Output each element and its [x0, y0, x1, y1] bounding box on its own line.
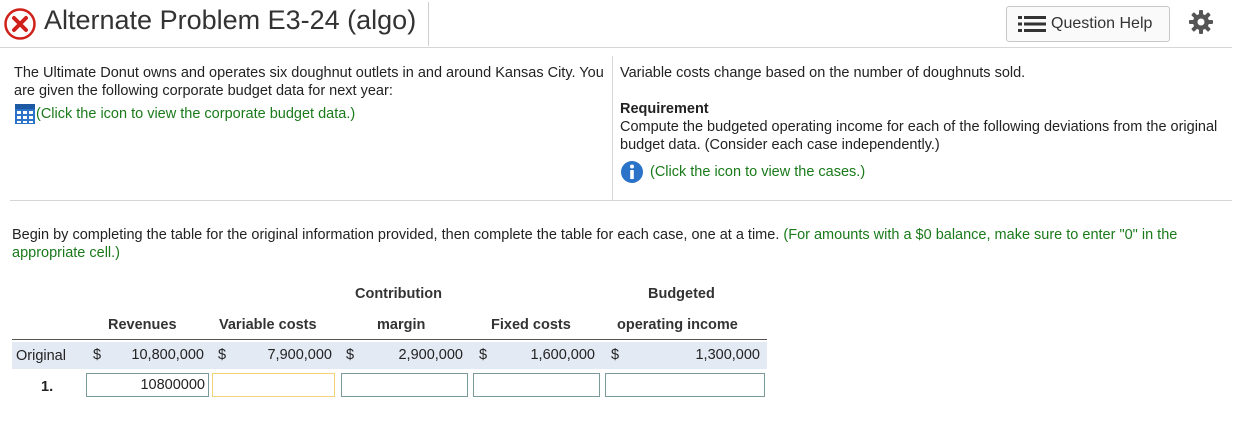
- question-help-button[interactable]: Question Help: [1006, 6, 1170, 42]
- instructions-text: Begin by completing the table for the or…: [12, 227, 780, 243]
- header-contribution-top: Contribution: [355, 286, 442, 302]
- original-fixed-costs: 1,600,000: [530, 347, 595, 363]
- case1-variable-costs-input[interactable]: [212, 373, 335, 397]
- gear-icon[interactable]: [1188, 9, 1214, 35]
- original-revenues: 10,800,000: [131, 347, 204, 363]
- currency-symbol: $: [93, 347, 102, 363]
- header-underline: [12, 339, 767, 340]
- currency-symbol: $: [479, 347, 488, 363]
- header-operating-income: operating income: [617, 317, 738, 333]
- cases-link[interactable]: (Click the icon to view the cases.): [650, 163, 865, 181]
- variable-cost-note: Variable costs change based on the numbe…: [620, 65, 1026, 81]
- problem-title: Alternate Problem E3-24 (algo): [44, 5, 417, 35]
- currency-symbol: $: [218, 347, 227, 363]
- case1-operating-income-input[interactable]: [605, 373, 765, 397]
- question-help-label: Question Help: [1051, 15, 1153, 32]
- row-label-case-1: 1.: [41, 379, 54, 395]
- incorrect-x-icon: [4, 8, 36, 40]
- problem-statement: The Ultimate Donut owns and operates six…: [14, 64, 604, 125]
- original-variable-costs: 7,900,000: [267, 347, 332, 363]
- case1-fixed-costs-input[interactable]: [473, 373, 600, 397]
- budget-data-link-row[interactable]: (Click the icon to view the corporate bu…: [14, 103, 604, 125]
- data-table-icon[interactable]: [14, 103, 36, 125]
- case1-revenues-input[interactable]: [86, 373, 209, 397]
- header-fixed-costs: Fixed costs: [491, 317, 571, 333]
- section-divider: [10, 200, 1232, 201]
- original-contribution-margin: 2,900,000: [398, 347, 463, 363]
- header-bar: Alternate Problem E3-24 (algo) Question …: [0, 0, 1232, 48]
- instructions: Begin by completing the table for the or…: [12, 226, 1227, 262]
- case1-contribution-margin-input[interactable]: [341, 373, 468, 397]
- panel-divider: [612, 56, 613, 200]
- cases-link-row[interactable]: (Click the icon to view the cases.): [620, 160, 1230, 184]
- requirement-text: Compute the budgeted operating income fo…: [620, 119, 1218, 153]
- info-icon[interactable]: [620, 160, 644, 184]
- row-label-original: Original: [16, 348, 66, 364]
- header-budgeted-top: Budgeted: [648, 286, 715, 302]
- requirement-title: Requirement: [620, 101, 709, 117]
- requirement-panel: Variable costs change based on the numbe…: [620, 64, 1230, 184]
- currency-symbol: $: [346, 347, 355, 363]
- problem-text: The Ultimate Donut owns and operates six…: [14, 65, 604, 99]
- currency-symbol: $: [611, 347, 620, 363]
- header-contribution-margin: margin: [377, 317, 426, 333]
- header-revenues: Revenues: [108, 317, 177, 333]
- title-divider: [428, 2, 429, 46]
- list-icon: [1018, 16, 1046, 32]
- original-operating-income: 1,300,000: [695, 347, 760, 363]
- budget-data-link[interactable]: (Click the icon to view the corporate bu…: [36, 105, 355, 123]
- header-variable-costs: Variable costs: [219, 317, 317, 333]
